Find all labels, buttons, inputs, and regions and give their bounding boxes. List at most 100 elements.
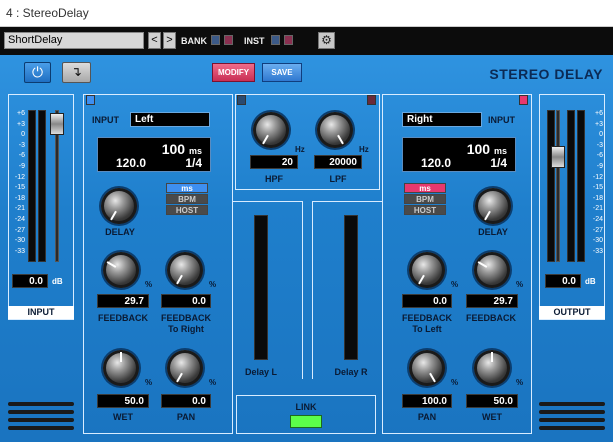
vent-left-3 [8, 418, 74, 422]
modify-button[interactable]: MODIFY [212, 63, 255, 82]
vent-right-1 [539, 402, 605, 406]
right-wet-label: WET [482, 412, 502, 422]
inst-blue-button[interactable] [271, 35, 280, 45]
delay-r-label: Delay R [334, 367, 368, 377]
input-meter-right-bar [38, 110, 46, 262]
left-wet-label: WET [113, 412, 133, 422]
bank-label: BANK [181, 36, 207, 46]
left-feedback-pct: % [145, 280, 153, 289]
hpf-label: HPF [265, 174, 283, 184]
filter-led-right[interactable] [367, 95, 376, 105]
vent-left-4 [8, 426, 74, 430]
vent-right-4 [539, 426, 605, 430]
lpf-value[interactable]: 20000 [314, 155, 362, 169]
bank-blue-button[interactable] [211, 35, 220, 45]
input-meter-scale: +6 +3 0 -3 -6 -9 -12 -15 -18 -21 -24 -27 -30 -33 [14, 110, 25, 255]
filter-led-left[interactable] [237, 95, 246, 105]
right-mode-bpm[interactable]: BPM [404, 194, 446, 204]
output-meter-right2-bar [577, 110, 585, 262]
left-feedback-label: FEEDBACK [97, 313, 148, 323]
left-mode-host[interactable]: HOST [166, 205, 208, 215]
vent-right-2 [539, 410, 605, 414]
bank-red-button[interactable] [224, 35, 233, 45]
left-delay-label: DELAY [105, 227, 135, 237]
link-toggle-button[interactable] [290, 415, 322, 428]
right-wet-pct: % [516, 378, 524, 387]
right-mode-ms[interactable]: ms [404, 183, 446, 193]
right-feedback-value[interactable]: 29.7 [466, 294, 518, 308]
vent-left-2 [8, 410, 74, 414]
host-toolbar: ShortDelay < > BANK INST ⚙ [0, 27, 613, 55]
bypass-arrow-icon: ↴ [71, 64, 82, 79]
left-wet-knob[interactable] [98, 345, 142, 389]
hpf-knob[interactable] [248, 107, 292, 151]
left-mode-ms[interactable]: ms [166, 183, 208, 193]
left-pan-knob[interactable] [162, 345, 206, 389]
lpf-unit: Hz [359, 145, 369, 154]
hpf-value[interactable]: 20 [250, 155, 298, 169]
lpf-knob[interactable] [312, 107, 356, 151]
right-time-mode-selector[interactable]: ms BPM HOST [404, 183, 446, 216]
left-pan-pct: % [209, 378, 217, 387]
left-mode-bpm[interactable]: BPM [166, 194, 208, 204]
left-wet-pct: % [145, 378, 153, 387]
inst-label: INST [244, 36, 265, 46]
vent-left-1 [8, 402, 74, 406]
left-pan-value[interactable]: 0.0 [161, 394, 211, 408]
right-wet-value[interactable]: 50.0 [466, 394, 518, 408]
lpf-label: LPF [329, 174, 347, 184]
output-meter-left-bar [547, 110, 555, 262]
right-feedback-pct: % [516, 280, 524, 289]
right-pan-knob[interactable] [404, 345, 448, 389]
right-delay-time-display[interactable]: 100 ms 120.0 1/4 [402, 137, 516, 172]
power-button[interactable]: ⏻ [24, 62, 51, 83]
right-delay-knob[interactable] [470, 183, 514, 227]
prev-preset-button[interactable]: < [148, 32, 161, 49]
left-feedback-value[interactable]: 29.7 [97, 294, 149, 308]
right-feedback-knob[interactable] [469, 247, 513, 291]
delay-l-frame [233, 201, 303, 379]
left-feedback-knob[interactable] [98, 247, 142, 291]
left-wet-value[interactable]: 50.0 [97, 394, 149, 408]
settings-gear-icon[interactable]: ⚙ [318, 32, 335, 49]
right-pan-value[interactable]: 100.0 [402, 394, 452, 408]
left-channel-led[interactable] [86, 95, 95, 105]
left-input-label: INPUT [92, 115, 119, 125]
right-cross-feedback-value[interactable]: 0.0 [402, 294, 452, 308]
output-gain-value[interactable]: 0.0 [545, 274, 581, 288]
plugin-brand-title: STEREO DELAY [489, 66, 603, 82]
left-input-select[interactable]: Left [130, 112, 210, 127]
output-fader-track[interactable] [556, 110, 560, 262]
plugin-panel: ⏻ ↴ MODIFY SAVE STEREO DELAY +6 +3 0 -3 -6 -9… [0, 55, 613, 442]
next-preset-button[interactable]: > [163, 32, 176, 49]
right-input-label: INPUT [488, 115, 515, 125]
output-db-unit: dB [585, 277, 596, 286]
left-pan-label: PAN [176, 412, 196, 422]
left-delay-time-display[interactable]: 100 ms 120.0 1/4 [97, 137, 211, 172]
vent-right-3 [539, 418, 605, 422]
right-channel-led[interactable] [519, 95, 528, 105]
input-fader-handle[interactable] [50, 113, 64, 135]
right-mode-host[interactable]: HOST [404, 205, 446, 215]
input-gain-value[interactable]: 0.0 [12, 274, 48, 288]
left-cross-feedback-value[interactable]: 0.0 [161, 294, 211, 308]
right-cross-label1: FEEDBACK [401, 313, 452, 323]
delay-r-meter [344, 215, 358, 360]
output-fader-handle[interactable] [551, 146, 565, 168]
right-feedback-label: FEEDBACK [465, 313, 516, 323]
right-cross-feedback-knob[interactable] [404, 247, 448, 291]
right-delay-label: DELAY [478, 227, 508, 237]
left-time-mode-selector[interactable]: ms BPM HOST [166, 183, 208, 216]
right-cross-pct: % [451, 280, 459, 289]
save-button[interactable]: SAVE [262, 63, 302, 82]
input-db-unit: dB [52, 277, 63, 286]
preset-name-field[interactable]: ShortDelay [4, 32, 144, 49]
left-cross-feedback-knob[interactable] [162, 247, 206, 291]
left-delay-knob[interactable] [96, 183, 140, 227]
right-wet-knob[interactable] [469, 345, 513, 389]
output-meter-right-bar [567, 110, 575, 262]
inst-red-button[interactable] [284, 35, 293, 45]
left-cross-label1: FEEDBACK [160, 313, 211, 323]
right-input-select[interactable]: Right [402, 112, 482, 127]
bypass-button[interactable]: ↴ [62, 62, 91, 83]
